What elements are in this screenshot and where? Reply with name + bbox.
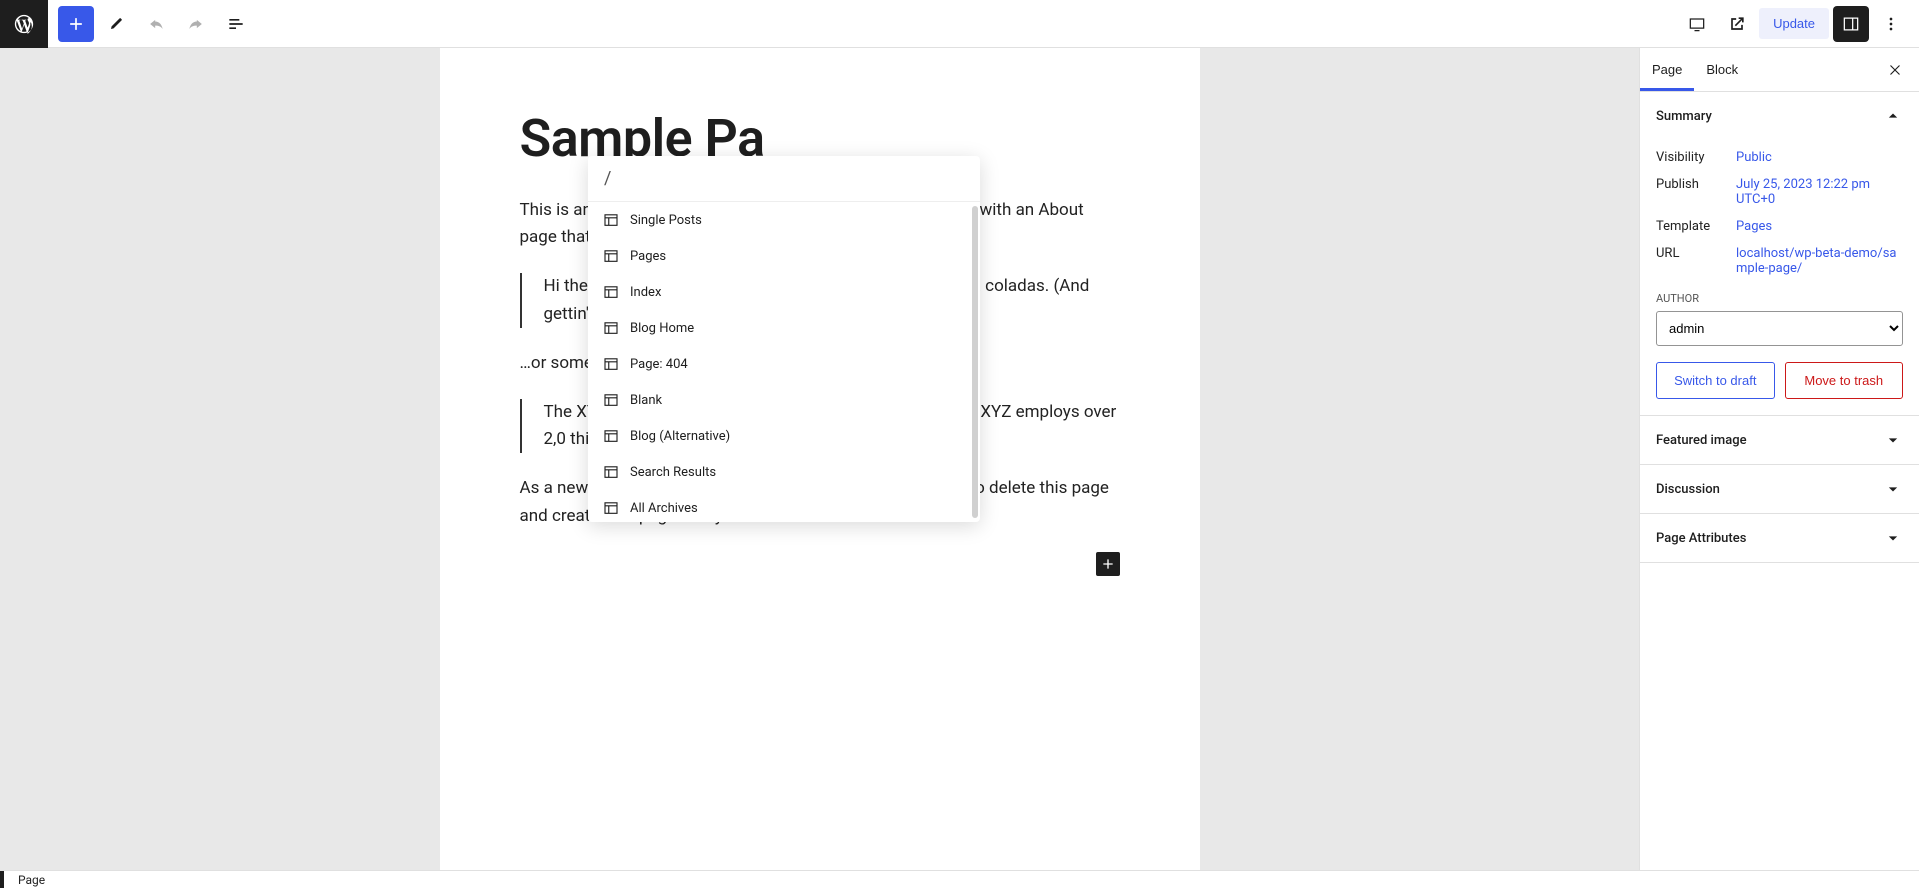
undo-button[interactable]: [138, 6, 174, 42]
block-result-item[interactable]: Search Results: [588, 454, 980, 490]
layout-icon: [602, 283, 620, 301]
settings-sidebar-toggle[interactable]: [1833, 6, 1869, 42]
block-result-item[interactable]: Blog Home: [588, 310, 980, 346]
panel-featured-image: Featured image: [1640, 416, 1919, 465]
more-options-button[interactable]: [1873, 6, 1909, 42]
editor-canvas[interactable]: Sample Pa This is an example page. It's …: [0, 48, 1639, 870]
block-result-item[interactable]: All Archives: [588, 490, 980, 522]
add-block-button[interactable]: [58, 6, 94, 42]
panel-discussion-toggle[interactable]: Discussion: [1640, 465, 1919, 513]
block-search-input[interactable]: /: [588, 156, 980, 202]
panel-page-attributes-toggle[interactable]: Page Attributes: [1640, 514, 1919, 562]
chevron-down-icon: [1883, 528, 1903, 548]
panel-page-attributes: Page Attributes: [1640, 514, 1919, 563]
footer-breadcrumb: Page: [0, 870, 1919, 888]
layout-icon: [602, 319, 620, 337]
chevron-up-icon: [1883, 106, 1903, 126]
layout-icon: [602, 211, 620, 229]
block-result-item[interactable]: Pages: [588, 238, 980, 274]
scrollbar[interactable]: [972, 206, 978, 518]
block-search-popover: / Single PostsPagesIndexBlog HomePage: 4…: [588, 156, 980, 522]
chevron-down-icon: [1883, 479, 1903, 499]
open-external-button[interactable]: [1719, 6, 1755, 42]
redo-button[interactable]: [178, 6, 214, 42]
panel-summary-toggle[interactable]: Summary: [1640, 92, 1919, 140]
panel-summary: Summary VisibilityPublic PublishJuly 25,…: [1640, 92, 1919, 416]
url-value[interactable]: localhost/wp-beta-demo/sample-page/: [1736, 246, 1903, 276]
block-result-item[interactable]: Page: 404: [588, 346, 980, 382]
panel-discussion: Discussion: [1640, 465, 1919, 514]
template-value[interactable]: Pages: [1736, 219, 1903, 234]
panel-featured-image-toggle[interactable]: Featured image: [1640, 416, 1919, 464]
tab-page[interactable]: Page: [1640, 48, 1694, 91]
wp-logo-button[interactable]: [0, 0, 48, 48]
author-select[interactable]: admin: [1656, 311, 1903, 346]
block-result-item[interactable]: Single Posts: [588, 202, 980, 238]
edit-tools-button[interactable]: [98, 6, 134, 42]
layout-icon: [602, 391, 620, 409]
settings-sidebar: Page Block Summary VisibilityPublic Publ…: [1639, 48, 1919, 870]
layout-icon: [602, 463, 620, 481]
visibility-value[interactable]: Public: [1736, 150, 1903, 165]
switch-to-draft-button[interactable]: Switch to draft: [1656, 362, 1775, 399]
block-result-item[interactable]: Blank: [588, 382, 980, 418]
layout-icon: [602, 427, 620, 445]
layout-icon: [602, 355, 620, 373]
close-sidebar-button[interactable]: [1877, 52, 1913, 88]
publish-value[interactable]: July 25, 2023 12:22 pm UTC+0: [1736, 177, 1903, 207]
append-block-button[interactable]: [1096, 552, 1120, 576]
block-search-results: Single PostsPagesIndexBlog HomePage: 404…: [588, 202, 980, 522]
move-to-trash-button[interactable]: Move to trash: [1785, 362, 1904, 399]
layout-icon: [602, 499, 620, 517]
block-result-item[interactable]: Index: [588, 274, 980, 310]
author-label: AUTHOR: [1656, 292, 1903, 305]
view-button[interactable]: [1679, 6, 1715, 42]
top-toolbar: Update: [0, 0, 1919, 48]
chevron-down-icon: [1883, 430, 1903, 450]
update-button[interactable]: Update: [1759, 8, 1829, 39]
block-result-item[interactable]: Blog (Alternative): [588, 418, 980, 454]
layout-icon: [602, 247, 620, 265]
tab-block[interactable]: Block: [1694, 48, 1750, 91]
document-overview-button[interactable]: [218, 6, 254, 42]
